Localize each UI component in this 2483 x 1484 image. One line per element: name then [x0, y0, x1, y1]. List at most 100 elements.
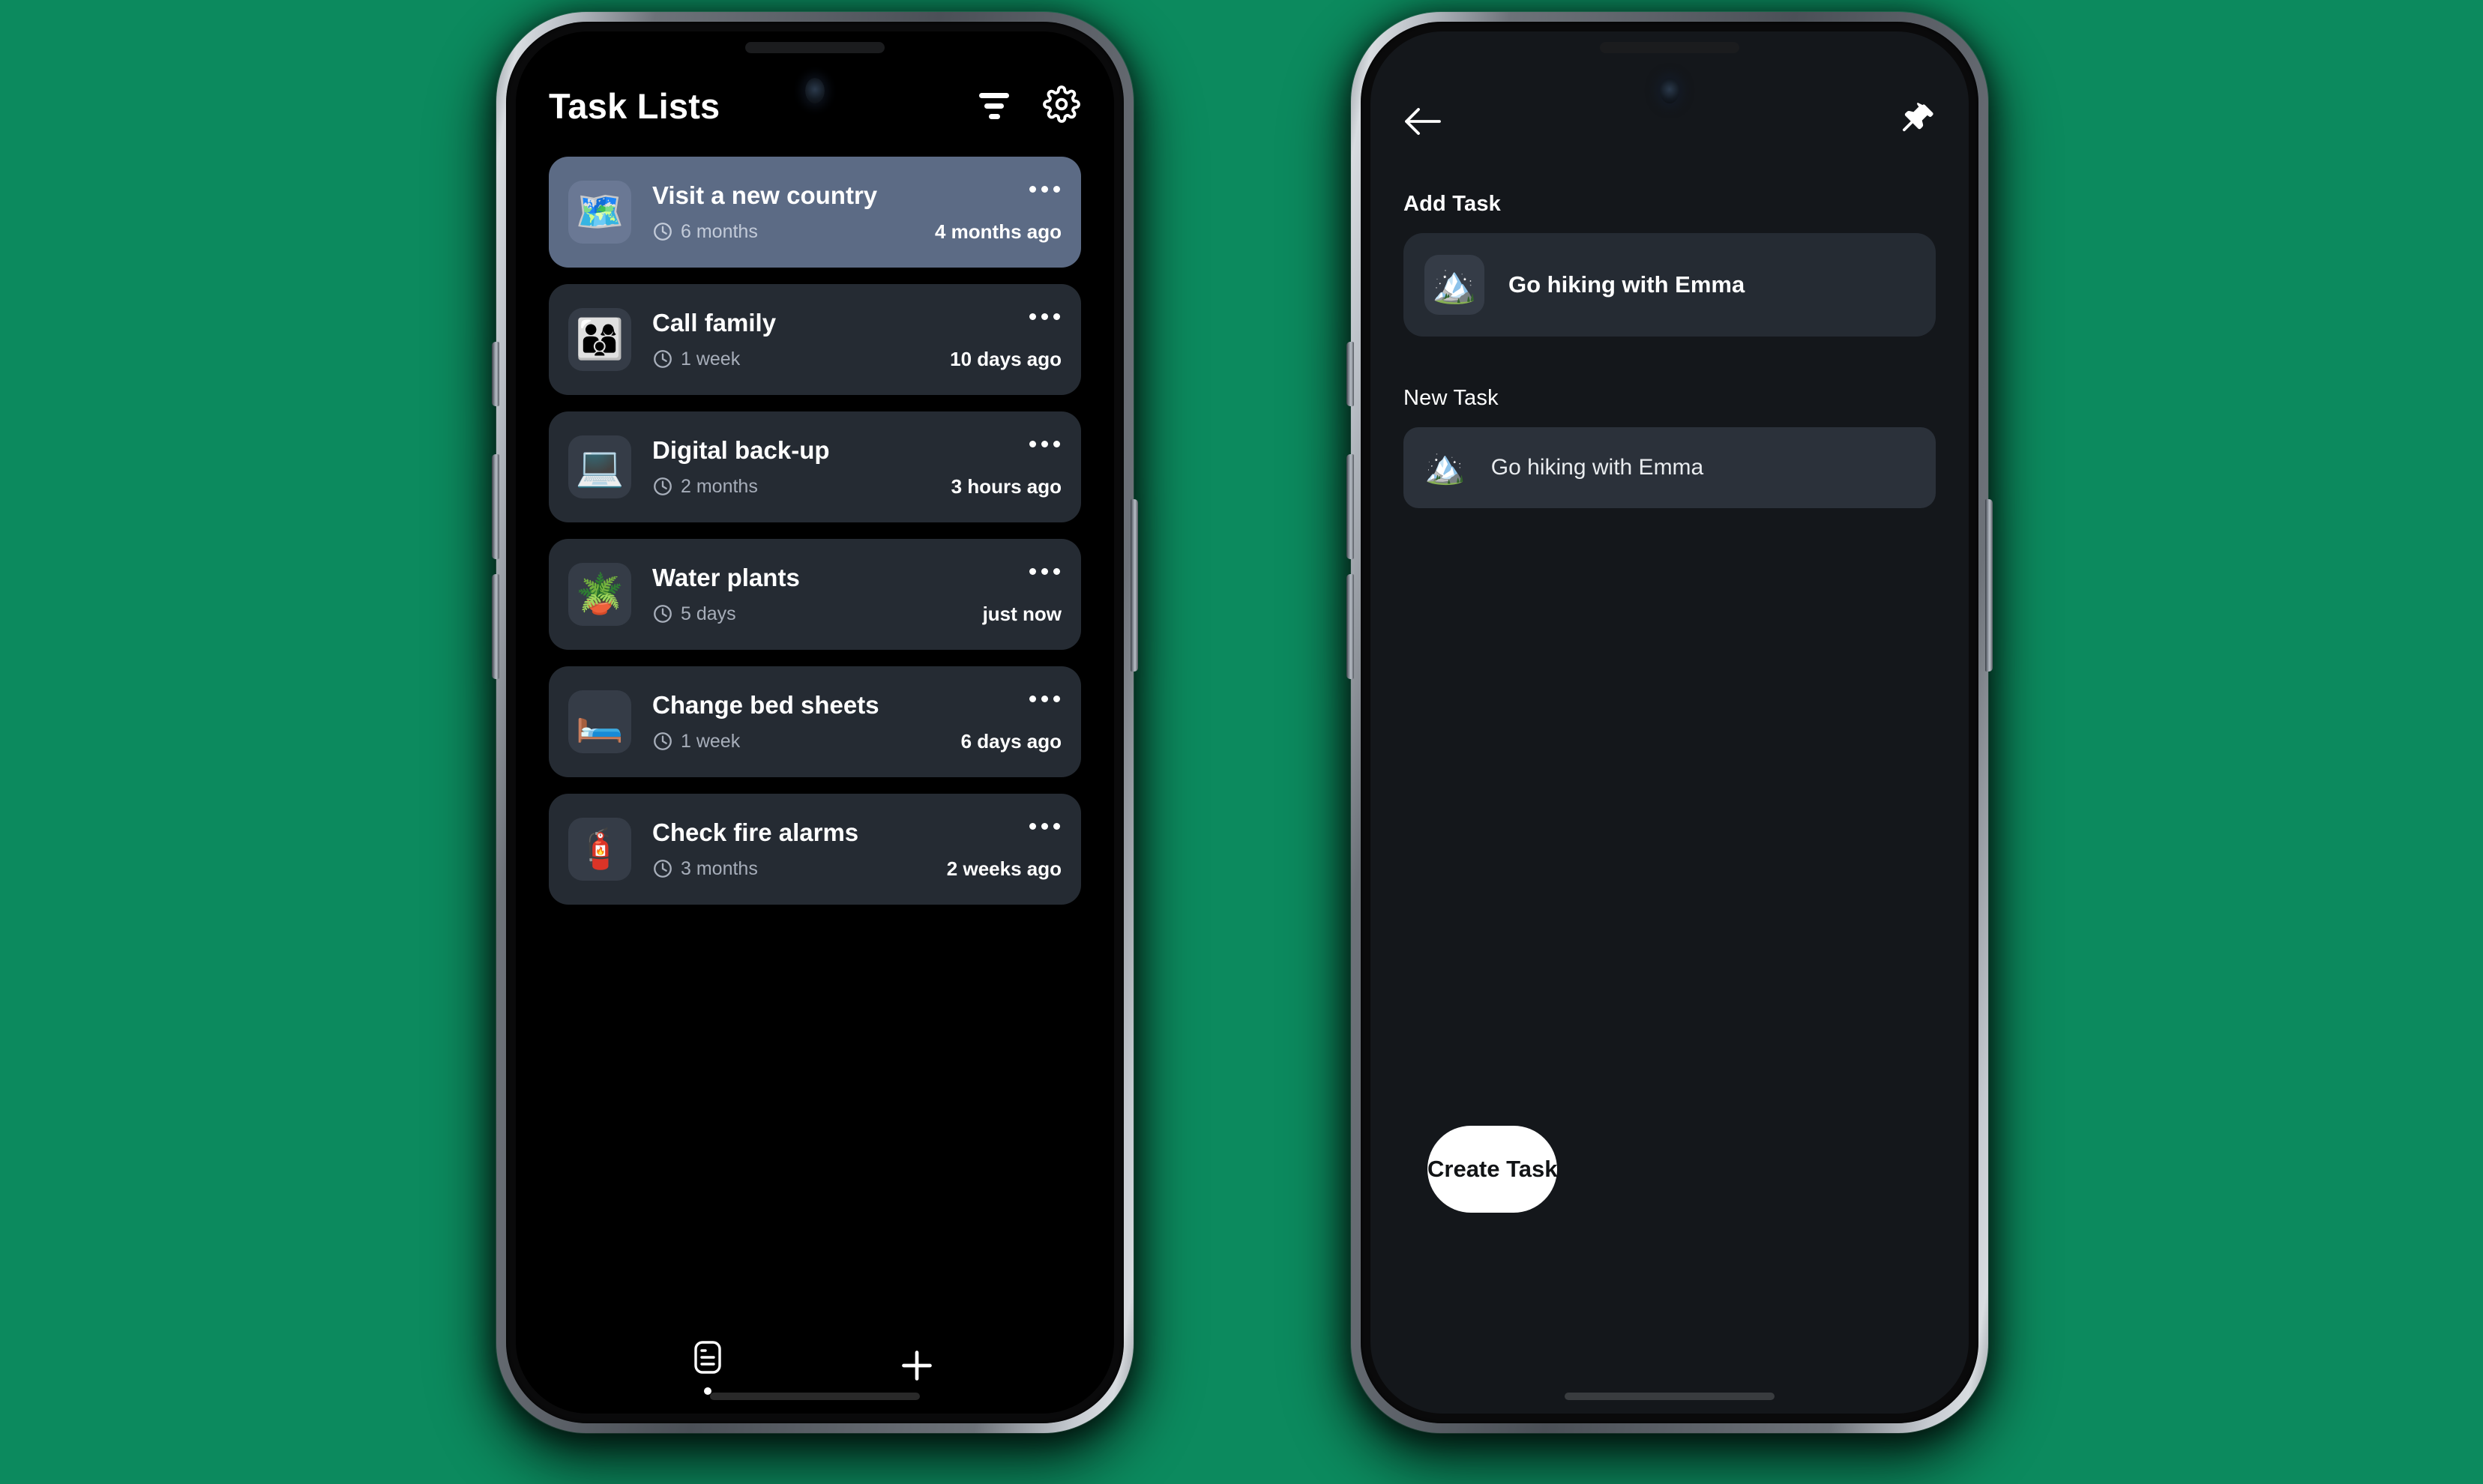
task-card[interactable]: 🧯 Check fire alarms 3 months 2 weeks ago: [549, 794, 1081, 905]
home-indicator: [710, 1393, 920, 1400]
front-camera-icon: [1660, 78, 1679, 103]
world-map-emoji: 🗺️: [568, 181, 631, 244]
task-interval: 2 months: [652, 476, 758, 498]
task-card-top-row: Digital back-up: [652, 436, 1062, 465]
gear-icon: [1043, 85, 1080, 127]
task-card-top-row: Call family: [652, 309, 1062, 337]
plus-icon: [896, 1345, 938, 1390]
task-card-body: Visit a new country 6 months 4 months ago: [652, 181, 1062, 244]
phone-bezel-right: Add Task 🏔️ Go hiking with Emma New Task…: [1361, 22, 1978, 1423]
task-title: Digital back-up: [652, 435, 830, 464]
overflow-menu-icon[interactable]: [1028, 564, 1062, 579]
add-task-card[interactable]: 🏔️ Go hiking with Emma: [1403, 233, 1936, 337]
task-card-body: Water plants 5 days just now: [652, 564, 1062, 626]
task-interval-label: 5 days: [681, 603, 736, 624]
settings-button[interactable]: [1042, 85, 1081, 127]
task-interval-label: 2 months: [681, 475, 758, 497]
clock-icon: [652, 603, 673, 624]
bed-emoji: 🛏️: [568, 690, 631, 753]
back-button[interactable]: [1403, 103, 1442, 142]
page-title: Task Lists: [549, 86, 720, 126]
earpiece-speaker: [745, 42, 885, 53]
task-card-body: Check fire alarms 3 months 2 weeks ago: [652, 818, 1062, 881]
mountain-emoji: 🏔️: [1424, 448, 1466, 486]
task-last-done: just now: [982, 602, 1062, 625]
overflow-menu-icon[interactable]: [1028, 309, 1062, 325]
task-card[interactable]: 👨‍👩‍👦 Call family 1 week 10 days ago: [549, 284, 1081, 395]
phone-device-right: Add Task 🏔️ Go hiking with Emma New Task…: [1346, 12, 1993, 1433]
task-title: Water plants: [652, 563, 800, 591]
mountain-emoji: 🏔️: [1424, 255, 1484, 315]
action-button[interactable]: [492, 342, 499, 406]
laptop-emoji: 💻: [568, 435, 631, 498]
layout-spacer: [1403, 508, 1936, 1126]
task-card-body: Call family 1 week 10 days ago: [652, 309, 1062, 371]
task-interval: 3 months: [652, 858, 758, 880]
task-last-done: 6 days ago: [960, 729, 1062, 752]
volume-down-button[interactable]: [1346, 574, 1354, 679]
volume-up-button[interactable]: [1346, 454, 1354, 559]
add-task-app: Add Task 🏔️ Go hiking with Emma New Task…: [1370, 31, 1969, 1414]
task-last-done: 10 days ago: [950, 347, 1062, 370]
task-title: Check fire alarms: [652, 818, 859, 846]
add-task-section-label: Add Task: [1403, 192, 1501, 216]
task-interval-label: 1 week: [681, 730, 741, 752]
task-card-bottom-row: 6 months 4 months ago: [652, 220, 1062, 244]
nav-item-task-lists[interactable]: [693, 1340, 723, 1395]
potted-plant-emoji: 🪴: [568, 563, 631, 626]
task-card[interactable]: 🪴 Water plants 5 days just now: [549, 539, 1081, 650]
overflow-menu-icon[interactable]: [1028, 818, 1062, 834]
task-card-body: Digital back-up 2 months 3 hours ago: [652, 436, 1062, 498]
task-last-done: 2 weeks ago: [946, 857, 1062, 880]
header-actions: [975, 85, 1081, 127]
front-camera-icon: [805, 78, 825, 103]
nav-item-add-task[interactable]: [896, 1345, 938, 1390]
task-interval: 5 days: [652, 603, 736, 625]
task-card[interactable]: 💻 Digital back-up 2 months 3 hours ago: [549, 411, 1081, 522]
task-interval: 6 months: [652, 221, 758, 243]
clock-icon: [652, 731, 673, 752]
new-task-section-label: New Task: [1403, 386, 1499, 410]
task-card-top-row: Change bed sheets: [652, 691, 1062, 720]
task-card-bottom-row: 3 months 2 weeks ago: [652, 857, 1062, 881]
add-task-card-title: Go hiking with Emma: [1508, 271, 1745, 298]
clock-icon: [652, 221, 673, 242]
task-card[interactable]: 🛏️ Change bed sheets 1 week 6 days ago: [549, 666, 1081, 777]
task-list[interactable]: 🗺️ Visit a new country 6 months 4 months ag…: [516, 127, 1114, 1301]
clock-icon: [652, 858, 673, 879]
task-card-body: Change bed sheets 1 week 6 days ago: [652, 691, 1062, 753]
new-task-input[interactable]: 🏔️ Go hiking with Emma: [1403, 427, 1936, 508]
screen-add-task: Add Task 🏔️ Go hiking with Emma New Task…: [1370, 31, 1969, 1414]
clock-icon: [652, 476, 673, 497]
create-task-button[interactable]: Create Task: [1427, 1126, 1558, 1213]
task-title: Visit a new country: [652, 181, 878, 209]
power-button[interactable]: [1131, 499, 1138, 672]
task-title: Change bed sheets: [652, 690, 879, 719]
task-card[interactable]: 🗺️ Visit a new country 6 months 4 months ag…: [549, 157, 1081, 268]
pushpin-icon: [1895, 100, 1937, 146]
task-card-bottom-row: 2 months 3 hours ago: [652, 475, 1062, 498]
task-card-top-row: Water plants: [652, 564, 1062, 592]
volume-up-button[interactable]: [492, 454, 499, 559]
task-card-bottom-row: 1 week 6 days ago: [652, 730, 1062, 753]
task-interval-label: 1 week: [681, 348, 741, 370]
task-card-bottom-row: 1 week 10 days ago: [652, 348, 1062, 371]
overflow-menu-icon[interactable]: [1028, 181, 1062, 197]
task-title: Call family: [652, 308, 777, 337]
power-button[interactable]: [1985, 499, 1993, 672]
mockup-stage: Task Lists 🗺️ Visit a new country 6 mont…: [0, 0, 2483, 1484]
home-indicator: [1565, 1393, 1775, 1400]
clock-icon: [652, 349, 673, 370]
task-interval-label: 3 months: [681, 857, 758, 879]
screen-task-lists: Task Lists 🗺️ Visit a new country 6 mont…: [516, 31, 1114, 1414]
family-emoji: 👨‍👩‍👦: [568, 308, 631, 371]
filter-button[interactable]: [975, 87, 1014, 126]
task-card-top-row: Visit a new country: [652, 181, 1062, 210]
overflow-menu-icon[interactable]: [1028, 436, 1062, 452]
pin-button[interactable]: [1897, 102, 1936, 142]
volume-down-button[interactable]: [492, 574, 499, 679]
overflow-menu-icon[interactable]: [1028, 691, 1062, 707]
back-arrow-icon: [1403, 106, 1442, 141]
phone-bezel-left: Task Lists 🗺️ Visit a new country 6 mont…: [506, 22, 1124, 1423]
action-button[interactable]: [1346, 342, 1354, 406]
